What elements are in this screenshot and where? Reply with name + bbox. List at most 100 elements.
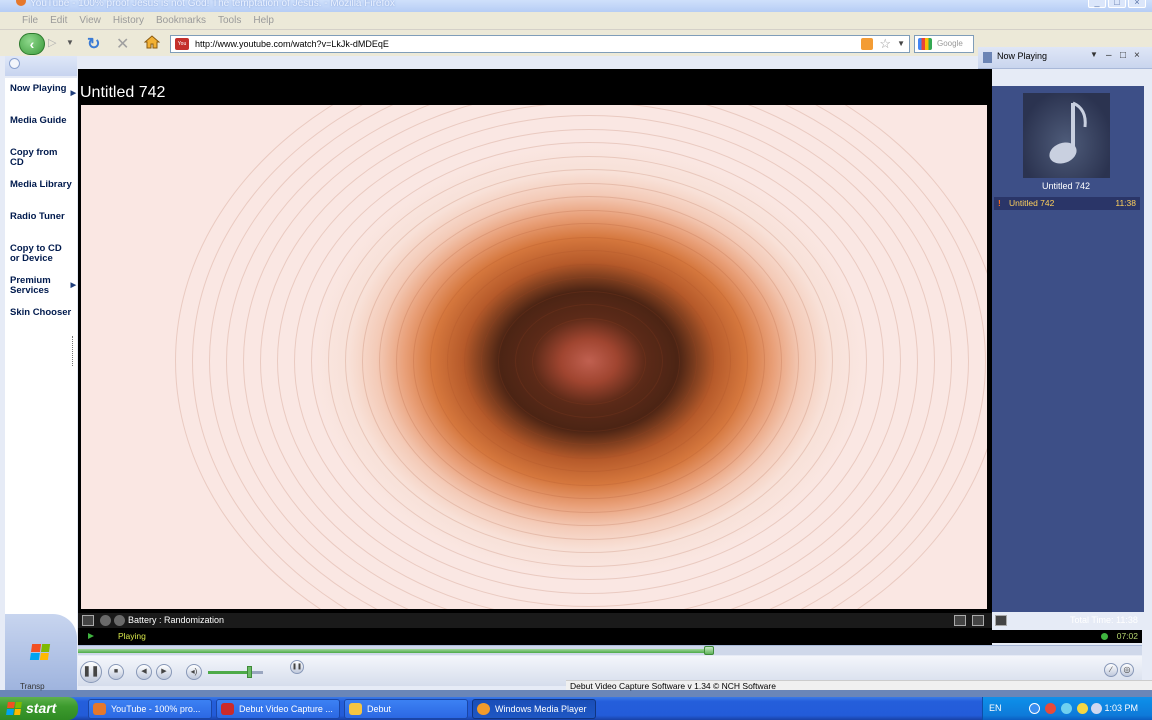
- next-visualization-icon[interactable]: [114, 615, 125, 626]
- taskpane-label: Skin Chooser: [10, 307, 72, 318]
- seek-bar[interactable]: [78, 645, 1142, 655]
- back-button[interactable]: ‹: [19, 33, 45, 55]
- bookmark-star-icon[interactable]: ☆: [879, 36, 891, 52]
- firefox-menubar: File Edit View History Bookmarks Tools H…: [0, 12, 1152, 30]
- now-playing-label: Now Playing: [997, 51, 1048, 61]
- album-art[interactable]: [1023, 93, 1110, 178]
- taskpane-media-guide[interactable]: Media Guide: [10, 116, 72, 126]
- now-playing-header: Now Playing ▼ – □ ×: [978, 47, 1152, 69]
- taskbar-button-debut-folder[interactable]: Debut: [344, 699, 468, 719]
- rss-feed-icon[interactable]: [861, 38, 873, 50]
- wmp-minimize-icon[interactable]: –: [1106, 50, 1112, 61]
- home-icon[interactable]: [143, 34, 161, 50]
- start-button[interactable]: start: [0, 697, 78, 720]
- taskbar-button-debut-capture[interactable]: Debut Video Capture ...: [216, 699, 340, 719]
- antivirus-icon[interactable]: [1045, 703, 1056, 714]
- pause-button[interactable]: ❚❚: [80, 661, 102, 683]
- taskpane-label: Media Library: [10, 179, 72, 190]
- compact-mode-button[interactable]: ❚❚: [290, 660, 304, 674]
- wmp-maximize-icon[interactable]: □: [1120, 50, 1126, 61]
- url-bar[interactable]: You http://www.youtube.com/watch?v=LkJk-…: [170, 35, 910, 53]
- taskpane-copy-to-cd[interactable]: Copy to CD or Device: [10, 244, 72, 264]
- taskpane-toggle-icon[interactable]: [9, 58, 20, 69]
- menu-file[interactable]: File: [22, 15, 38, 26]
- settings-icon[interactable]: ◎: [1120, 663, 1134, 677]
- security-icon[interactable]: [1077, 703, 1088, 714]
- wmp-close-icon[interactable]: ×: [1134, 50, 1140, 61]
- firefox-titlebar: YouTube - 100% proof Jesus is not God! T…: [0, 0, 1152, 12]
- taskpane-premium-services[interactable]: Premium Services ▶: [10, 276, 76, 296]
- minimize-button[interactable]: _: [1088, 0, 1106, 8]
- warning-icon: !: [998, 198, 1001, 208]
- system-tray: EN 1:03 PM: [982, 697, 1152, 720]
- next-button[interactable]: ▶: [156, 664, 172, 680]
- url-dropdown-icon[interactable]: ▼: [897, 36, 905, 52]
- taskpane-copy-from-cd[interactable]: Copy from CD: [10, 148, 72, 168]
- volume-thumb[interactable]: [247, 666, 253, 678]
- menu-edit[interactable]: Edit: [50, 15, 67, 26]
- reload-icon[interactable]: ↻: [87, 34, 100, 54]
- stop-icon[interactable]: ✕: [116, 34, 129, 54]
- playlist-toggle-icon[interactable]: [995, 615, 1007, 626]
- wmp-window: Now Playing ▶ Media Guide Copy from CD Me…: [0, 47, 1152, 691]
- windows-media-player-icon: [477, 703, 490, 715]
- previous-visualization-icon[interactable]: [100, 615, 111, 626]
- taskpane-skin-chooser[interactable]: Skin Chooser: [10, 308, 72, 318]
- taskbar-button-wmp[interactable]: Windows Media Player: [472, 699, 596, 719]
- debut-icon: [221, 703, 234, 715]
- menu-view[interactable]: View: [79, 15, 101, 26]
- status-bar: Playing 07:02: [78, 630, 1142, 643]
- pane-splitter[interactable]: [72, 336, 75, 366]
- taskpane-label: Radio Tuner: [10, 211, 65, 222]
- menu-tools[interactable]: Tools: [218, 15, 241, 26]
- maximize-button[interactable]: □: [1108, 0, 1126, 8]
- mute-button[interactable]: ◂): [186, 664, 202, 680]
- eq-icon[interactable]: ∕: [1104, 663, 1118, 677]
- taskpane-now-playing[interactable]: Now Playing ▶: [10, 83, 76, 98]
- elapsed-time: 07:02: [1116, 631, 1138, 641]
- connection-status-icon: [1101, 633, 1108, 640]
- seek-thumb[interactable]: [703, 646, 714, 655]
- help-icon[interactable]: [1091, 703, 1102, 714]
- history-dropdown-icon[interactable]: ▼: [66, 38, 74, 47]
- network-icon[interactable]: [1029, 703, 1040, 714]
- taskpane-label: Media Guide: [10, 115, 67, 126]
- seek-progress: [78, 649, 709, 653]
- fit-video-icon[interactable]: [954, 615, 966, 626]
- playlist-item-title: Untitled 742: [1009, 198, 1055, 208]
- search-input[interactable]: Google: [914, 35, 974, 53]
- stop-button[interactable]: ■: [108, 664, 124, 680]
- taskbar-button-label: Debut Video Capture ...: [239, 704, 333, 714]
- previous-button[interactable]: ◀: [136, 664, 152, 680]
- playlist-item-duration: 11:38: [1115, 198, 1136, 208]
- now-playing-list-icon: [983, 52, 992, 63]
- youtube-favicon-icon: You: [175, 38, 189, 50]
- taskbar-button-firefox[interactable]: YouTube - 100% pro...: [88, 699, 212, 719]
- forward-button[interactable]: ▷: [48, 36, 64, 52]
- taskbar: start YouTube - 100% pro... Debut Video …: [0, 697, 1152, 720]
- taskpane-label: Copy to CD or Device: [10, 243, 62, 264]
- menu-history[interactable]: History: [113, 15, 144, 26]
- menu-bookmarks[interactable]: Bookmarks: [156, 15, 206, 26]
- playlist-item[interactable]: ! Untitled 742 11:38: [994, 197, 1140, 210]
- volume-icon[interactable]: [1061, 703, 1072, 714]
- playlist-dropdown-icon[interactable]: ▼: [1090, 50, 1098, 59]
- windows-logo-icon: [6, 702, 22, 715]
- taskpane-media-library[interactable]: Media Library: [10, 180, 72, 190]
- video-display[interactable]: [81, 105, 987, 609]
- language-indicator[interactable]: EN: [989, 697, 1002, 720]
- start-label: start: [26, 700, 57, 716]
- firefox-icon: [16, 0, 26, 6]
- view-toggle-icon[interactable]: [82, 615, 94, 626]
- close-button[interactable]: ×: [1128, 0, 1146, 8]
- music-note-icon: [1049, 101, 1087, 164]
- full-screen-icon[interactable]: [972, 615, 984, 626]
- taskpane-radio-tuner[interactable]: Radio Tuner: [10, 212, 72, 222]
- menu-help[interactable]: Help: [253, 15, 274, 26]
- volume-level: [208, 671, 250, 674]
- taskpane-label: Copy from CD: [10, 147, 58, 168]
- taskbar-button-label: Windows Media Player: [495, 704, 587, 714]
- volume-slider[interactable]: [208, 666, 263, 678]
- firefox-window-buttons: _ □ ×: [1088, 0, 1146, 8]
- taskpane-label: Now Playing: [10, 83, 67, 94]
